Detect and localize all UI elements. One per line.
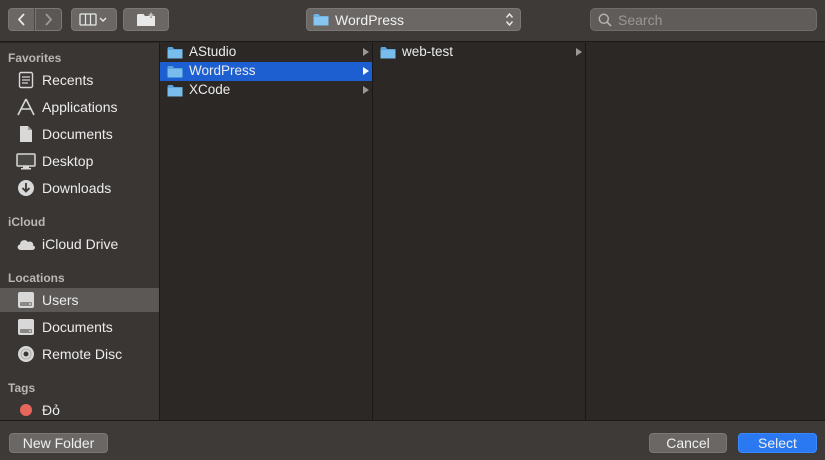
document-icon (16, 125, 36, 143)
toolbar: WordPress Search (0, 0, 825, 42)
list-item-label: XCode (189, 82, 231, 97)
sidebar-item-desktop[interactable]: Desktop (0, 149, 159, 173)
sidebar-item-label: Remote Disc (42, 346, 123, 362)
list-item-label: AStudio (189, 44, 237, 59)
sidebar-item-users[interactable]: Users (0, 288, 159, 312)
sidebar-item-tag-red[interactable]: Đỏ (0, 398, 159, 420)
new-folder-toolbar-button[interactable] (123, 8, 169, 31)
section-header-tags: Tags (8, 381, 36, 395)
browser-column-3[interactable] (586, 43, 825, 420)
sidebar-item-label: Documents (42, 319, 113, 335)
list-item-label: WordPress (189, 63, 256, 78)
list-item-label: web-test (402, 44, 454, 59)
sidebar-item-applications[interactable]: Applications (0, 95, 159, 119)
sidebar-item-downloads[interactable]: Downloads (0, 176, 159, 200)
columns-view-icon (79, 13, 107, 26)
sidebar-item-label: Desktop (42, 153, 94, 169)
search-placeholder: Search (618, 11, 663, 28)
new-folder-button[interactable]: New Folder (9, 433, 108, 453)
select-button[interactable]: Select (738, 433, 817, 453)
folder-icon (167, 66, 183, 78)
section-header-icloud: iCloud (8, 215, 46, 229)
section-header-locations: Locations (8, 271, 65, 285)
sidebar-item-label: Users (42, 292, 79, 308)
list-item-xcode[interactable]: XCode (160, 81, 372, 100)
folder-icon (313, 14, 329, 26)
folder-icon (380, 47, 396, 59)
folder-icon (167, 47, 183, 59)
disc-icon (16, 345, 36, 363)
sidebar-item-label: Applications (42, 99, 118, 115)
path-popup-label: WordPress (335, 11, 404, 28)
cloud-icon (16, 235, 36, 253)
sidebar-item-label: Documents (42, 126, 113, 142)
sidebar-item-documents[interactable]: Documents (0, 122, 159, 146)
search-input[interactable]: Search (590, 8, 817, 31)
forward-button[interactable] (35, 8, 62, 31)
sidebar-item-remote-disc[interactable]: Remote Disc (0, 342, 159, 366)
sidebar-item-label: iCloud Drive (42, 236, 119, 252)
footer-bar: New Folder Cancel Select (0, 420, 825, 460)
disclosure-arrow-icon (363, 86, 369, 94)
sidebar-item-label: Downloads (42, 180, 112, 196)
disclosure-arrow-icon (576, 48, 582, 56)
disk-icon (16, 291, 36, 309)
list-item-wordpress[interactable]: WordPress (160, 62, 372, 81)
sidebar-item-label: Recents (42, 72, 94, 88)
disk-icon (16, 318, 36, 336)
view-options-button[interactable] (71, 8, 117, 31)
chevron-left-icon (17, 13, 25, 26)
disclosure-arrow-icon (363, 48, 369, 56)
desktop-icon (16, 152, 36, 170)
clock-document-icon (16, 71, 36, 89)
navigation-buttons (8, 8, 63, 31)
sidebar-item-location-documents[interactable]: Documents (0, 315, 159, 339)
browser-column-2[interactable]: web-test (373, 43, 585, 420)
folder-icon (167, 85, 183, 97)
path-popup[interactable]: WordPress (306, 8, 521, 31)
search-icon (598, 13, 612, 27)
sidebar-item-recents[interactable]: Recents (0, 68, 159, 92)
red-tag-dot (16, 401, 36, 419)
back-button[interactable] (8, 8, 35, 31)
download-icon (16, 179, 36, 197)
cancel-button[interactable]: Cancel (649, 433, 727, 453)
sidebar: Favorites Recents Applications Documents… (0, 43, 159, 420)
updown-chevron-icon (505, 12, 514, 27)
sidebar-item-label: Đỏ (42, 402, 60, 418)
folder-plus-icon (137, 12, 155, 26)
applications-icon (16, 98, 36, 116)
chevron-right-icon (45, 13, 53, 26)
list-item-astudio[interactable]: AStudio (160, 43, 372, 62)
disclosure-arrow-icon (363, 67, 369, 75)
browser-column-1[interactable]: AStudio WordPress XCode (160, 43, 372, 420)
section-header-favorites: Favorites (8, 51, 62, 65)
list-item-web-test[interactable]: web-test (373, 43, 585, 62)
sidebar-item-icloud-drive[interactable]: iCloud Drive (0, 232, 159, 256)
